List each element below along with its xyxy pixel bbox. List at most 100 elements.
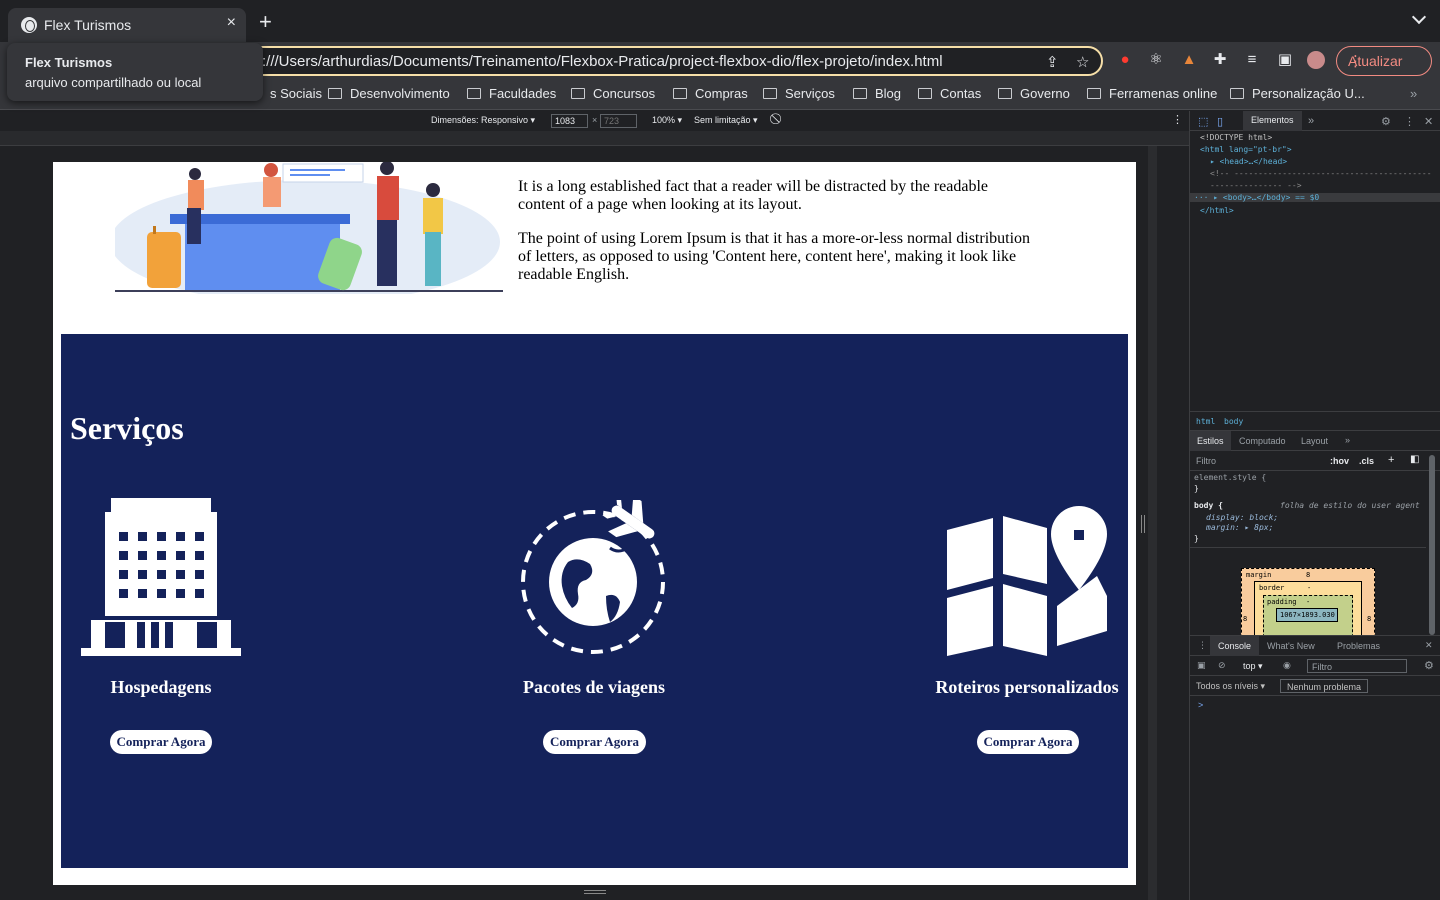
- tab-computed[interactable]: Computado: [1239, 436, 1286, 446]
- bookmark-folder[interactable]: Serviços: [763, 86, 835, 101]
- intro-text: It is a long established fact that a rea…: [518, 178, 1038, 300]
- browser-tab[interactable]: Flex Turismos ×: [8, 8, 246, 42]
- resize-handle-side[interactable]: [1141, 515, 1145, 533]
- tab-console[interactable]: Console: [1210, 636, 1260, 656]
- live-expression-eye-icon[interactable]: ◉: [1283, 660, 1291, 671]
- buy-now-button[interactable]: Comprar Agora: [977, 730, 1079, 754]
- tab-elements[interactable]: Elementos: [1243, 111, 1302, 131]
- dom-comment-1[interactable]: <!-- -----------------------------------…: [1210, 169, 1432, 178]
- update-button[interactable]: Atualizar ⋮: [1336, 46, 1432, 76]
- bookmark-folder[interactable]: Governo: [998, 86, 1070, 101]
- dom-head[interactable]: ▸ <head>…</head>: [1210, 157, 1287, 166]
- bookmark-folder[interactable]: Ferramenas online: [1087, 86, 1217, 101]
- inspect-icon[interactable]: ⬚: [1198, 115, 1208, 128]
- devtools-menu-icon[interactable]: ⋮: [1404, 115, 1415, 128]
- breadcrumb: html body: [1190, 411, 1440, 431]
- clear-console-icon[interactable]: ⊘: [1218, 660, 1226, 671]
- address-bar[interactable]: :///Users/arthurdias/Documents/Treinamen…: [160, 46, 1103, 76]
- dimensions-select[interactable]: Dimensões: Responsivo ▾: [431, 115, 535, 126]
- more-tabs-icon[interactable]: »: [1308, 115, 1314, 127]
- menu-dots-icon[interactable]: ⋮: [1348, 52, 1421, 70]
- crumb-body[interactable]: body: [1224, 417, 1243, 426]
- profile-avatar[interactable]: [1307, 51, 1325, 69]
- side-panel-icon[interactable]: ▣: [1276, 51, 1294, 69]
- dom-comment-2[interactable]: --------------- -->: [1210, 181, 1302, 190]
- console-prompt[interactable]: >: [1198, 700, 1203, 710]
- device-toggle-icon[interactable]: ▯: [1217, 115, 1223, 128]
- bookmark-folder[interactable]: Contas: [918, 86, 981, 101]
- bookmark-folder[interactable]: Personalização U...: [1230, 86, 1365, 101]
- bookmark-item[interactable]: s Sociais: [270, 86, 322, 101]
- console-sidebar-icon[interactable]: ▣: [1197, 660, 1206, 671]
- tab-layout[interactable]: Layout: [1301, 436, 1328, 446]
- extension-react-icon[interactable]: ⚛: [1147, 51, 1165, 69]
- folder-icon: [918, 88, 932, 99]
- share-icon[interactable]: ⇪: [1046, 53, 1059, 71]
- cls-toggle[interactable]: .cls: [1359, 456, 1374, 466]
- media-playlist-icon[interactable]: ≡: [1243, 51, 1261, 69]
- close-devtools-icon[interactable]: ✕: [1424, 115, 1433, 128]
- tab-styles[interactable]: Estilos: [1190, 431, 1231, 451]
- body-rule-close: }: [1194, 534, 1199, 543]
- viewport-width-input[interactable]: [551, 114, 588, 128]
- element-style-rule[interactable]: element.style {: [1194, 473, 1266, 482]
- hov-toggle[interactable]: :hov: [1330, 456, 1349, 466]
- tab-problems[interactable]: Problemas: [1337, 641, 1380, 651]
- new-rule-icon[interactable]: +: [1388, 454, 1394, 466]
- extension-flag-icon[interactable]: ▲: [1180, 51, 1198, 69]
- viewport-height-input[interactable]: [600, 114, 637, 128]
- styles-scrollbar[interactable]: [1429, 455, 1435, 635]
- device-menu-icon[interactable]: ⋮: [1172, 113, 1183, 126]
- tab-search-chevron-icon[interactable]: [1411, 9, 1427, 25]
- media-query-ruler[interactable]: [0, 131, 1189, 146]
- devtools-tabbar: ⬚ ▯ Elementos » ⚙ ⋮ ✕: [1190, 111, 1440, 131]
- crumb-html[interactable]: html: [1196, 417, 1215, 426]
- body-prop-margin[interactable]: margin: ▸ 8px;: [1206, 523, 1273, 532]
- bookmark-folder[interactable]: Compras: [673, 86, 748, 101]
- close-tab-button[interactable]: ×: [227, 14, 236, 32]
- bookmark-folder[interactable]: Blog: [853, 86, 901, 101]
- bookmark-folder[interactable]: Desenvolvimento: [328, 86, 450, 101]
- console-toolbar: ▣ ⊘ top ▾ ◉ Filtro ⚙: [1190, 656, 1440, 676]
- content-size: 1067×1893.030: [1280, 611, 1335, 619]
- body-prop-display[interactable]: display: block;: [1206, 513, 1278, 522]
- tab-title: Flex Turismos: [44, 17, 132, 33]
- issues-button[interactable]: Nenhum problema: [1280, 679, 1369, 693]
- dom-html-open[interactable]: <html lang="pt-br">: [1200, 145, 1292, 154]
- buy-now-button[interactable]: Comprar Agora: [543, 730, 646, 754]
- drawer-menu-icon[interactable]: ⋮: [1198, 640, 1207, 651]
- zoom-select[interactable]: 100% ▾: [652, 115, 682, 126]
- tab-hover-card: Flex Turismos arquivo compartilhado ou l…: [7, 43, 263, 101]
- console-filter-input[interactable]: Filtro: [1307, 659, 1407, 673]
- body-rule-selector[interactable]: body {: [1194, 501, 1223, 510]
- services-title: Serviços: [70, 410, 184, 446]
- url-text[interactable]: :///Users/arthurdias/Documents/Treinamen…: [262, 53, 943, 70]
- bookmark-label: Ferramenas online: [1109, 86, 1218, 101]
- content-box: 1067×1893.030: [1276, 608, 1338, 622]
- bookmark-folder[interactable]: Concursos: [571, 86, 655, 101]
- more-style-tabs-icon[interactable]: »: [1345, 435, 1350, 445]
- more-bookmarks-icon[interactable]: »: [1410, 86, 1417, 101]
- throttle-select[interactable]: Sem limitação ▾: [694, 115, 758, 126]
- margin-right-value: 8: [1367, 615, 1372, 623]
- buy-now-button[interactable]: Comprar Agora: [110, 730, 212, 754]
- styles-filter-input[interactable]: Filtro: [1196, 456, 1216, 466]
- dom-body-selected[interactable]: ··· ▸ <body>…</body> == $0: [1190, 193, 1440, 202]
- dom-html-close[interactable]: </html>: [1200, 206, 1234, 215]
- bookmark-folder[interactable]: Faculdades: [467, 86, 556, 101]
- new-tab-button[interactable]: +: [259, 11, 272, 33]
- sidebar-toggle-icon[interactable]: ◧: [1410, 454, 1419, 465]
- extensions-puzzle-icon[interactable]: ✚: [1211, 51, 1229, 69]
- bookmark-label: Concursos: [593, 86, 656, 101]
- extension-hand-icon[interactable]: ●: [1116, 51, 1134, 69]
- console-settings-icon[interactable]: ⚙: [1424, 659, 1434, 672]
- tab-whats-new[interactable]: What's New: [1267, 641, 1315, 651]
- dom-doctype[interactable]: <!DOCTYPE html>: [1200, 133, 1272, 142]
- settings-gear-icon[interactable]: ⚙: [1381, 115, 1391, 128]
- resize-handle-bottom[interactable]: [584, 890, 606, 894]
- bookmark-star-icon[interactable]: ☆: [1076, 53, 1089, 71]
- viewport-scrollbar[interactable]: [1148, 146, 1157, 900]
- close-drawer-icon[interactable]: ✕: [1425, 640, 1433, 651]
- context-select[interactable]: top ▾: [1243, 661, 1263, 672]
- levels-select[interactable]: Todos os níveis ▾: [1196, 681, 1265, 692]
